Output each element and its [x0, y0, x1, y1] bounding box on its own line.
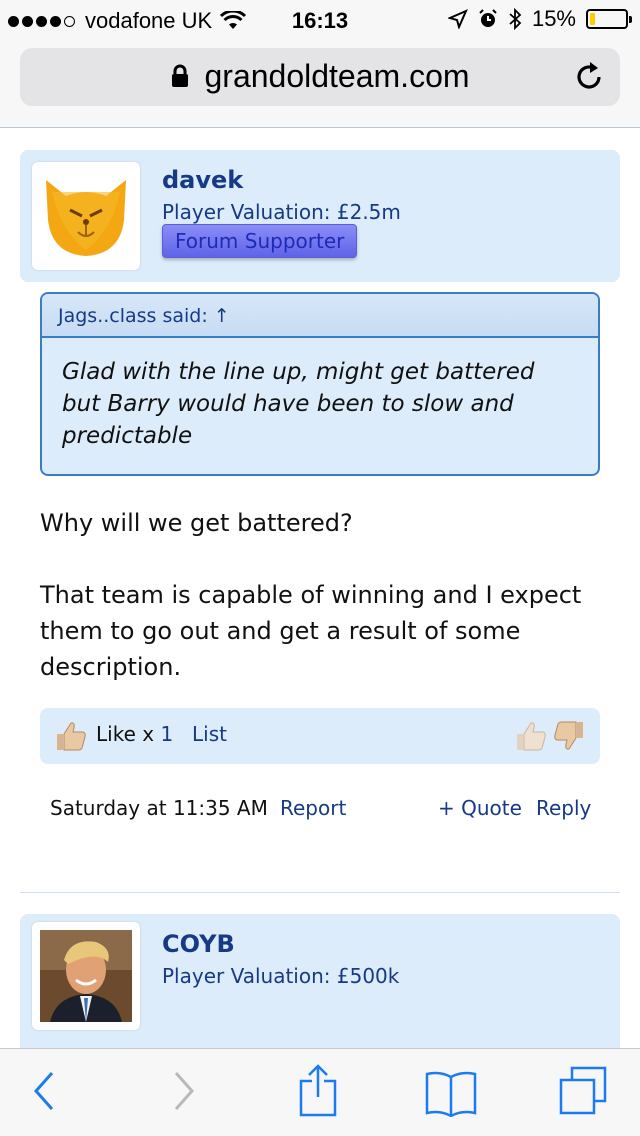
quote-text: Glad with the line up, might get battere… — [62, 359, 535, 449]
location-arrow-icon — [447, 9, 468, 29]
alarm-clock-icon — [479, 9, 497, 27]
forum-supporter-badge: Forum Supporter — [162, 224, 358, 258]
reload-icon[interactable] — [574, 60, 606, 94]
avatar[interactable] — [32, 162, 140, 270]
post-timestamp[interactable]: Saturday at 11:35 AM — [50, 796, 268, 820]
quote-link[interactable]: + Quote — [438, 796, 522, 820]
lock-icon — [172, 64, 189, 87]
rate-positive-icon[interactable] — [514, 720, 548, 752]
post-body-paragraph: That team is capable of winning and I ex… — [40, 581, 582, 681]
tabs-icon[interactable] — [558, 1065, 608, 1117]
battery-level — [590, 13, 595, 25]
status-bar: vodafone UK 16:13 15% — [0, 0, 640, 40]
reply-link[interactable]: Reply — [536, 796, 591, 820]
like-bar: Like x 1 List — [40, 708, 600, 764]
browser-address-area: grandoldteam.com — [0, 40, 640, 128]
player-valuation: Player Valuation: £2.5m — [162, 200, 401, 224]
report-link[interactable]: Report — [280, 796, 346, 820]
likes-list-link[interactable]: List — [192, 722, 227, 746]
avatar-portrait-image — [40, 930, 132, 1022]
back-icon[interactable] — [30, 1069, 58, 1113]
like-number: 1 — [160, 722, 174, 746]
post-user-card: COYB Player Valuation: £500k — [20, 914, 620, 1048]
like-label: Like x — [96, 722, 155, 746]
battery-percent: 15% — [531, 6, 576, 31]
username[interactable]: davek — [162, 166, 243, 194]
bluetooth-icon — [509, 8, 522, 30]
bookmarks-icon[interactable] — [424, 1069, 478, 1117]
url-text: grandoldteam.com — [204, 58, 470, 94]
battery-icon — [586, 9, 632, 29]
username[interactable]: COYB — [162, 930, 235, 958]
avatar[interactable] — [32, 922, 140, 1030]
forward-icon[interactable] — [170, 1069, 198, 1113]
avatar-orange-cat-image — [40, 170, 132, 262]
post-user-card: davek Player Valuation: £2.5m Forum Supp… — [20, 150, 620, 282]
quote-author-link[interactable]: Jags..class said: ↑ — [42, 294, 598, 338]
share-icon[interactable] — [298, 1063, 338, 1117]
like-count: Like x 1 — [96, 722, 173, 746]
like-thumb-icon[interactable] — [54, 720, 88, 752]
page-content: davek Player Valuation: £2.5m Forum Supp… — [0, 128, 640, 1048]
post-body-line: Why will we get battered? — [40, 509, 353, 537]
address-bar[interactable]: grandoldteam.com — [20, 48, 620, 106]
player-valuation: Player Valuation: £500k — [162, 964, 400, 988]
post-divider — [20, 892, 620, 893]
rate-negative-icon[interactable] — [552, 720, 586, 752]
quote-box: Jags..class said: ↑ Glad with the line u… — [40, 292, 600, 476]
browser-toolbar — [0, 1048, 640, 1136]
